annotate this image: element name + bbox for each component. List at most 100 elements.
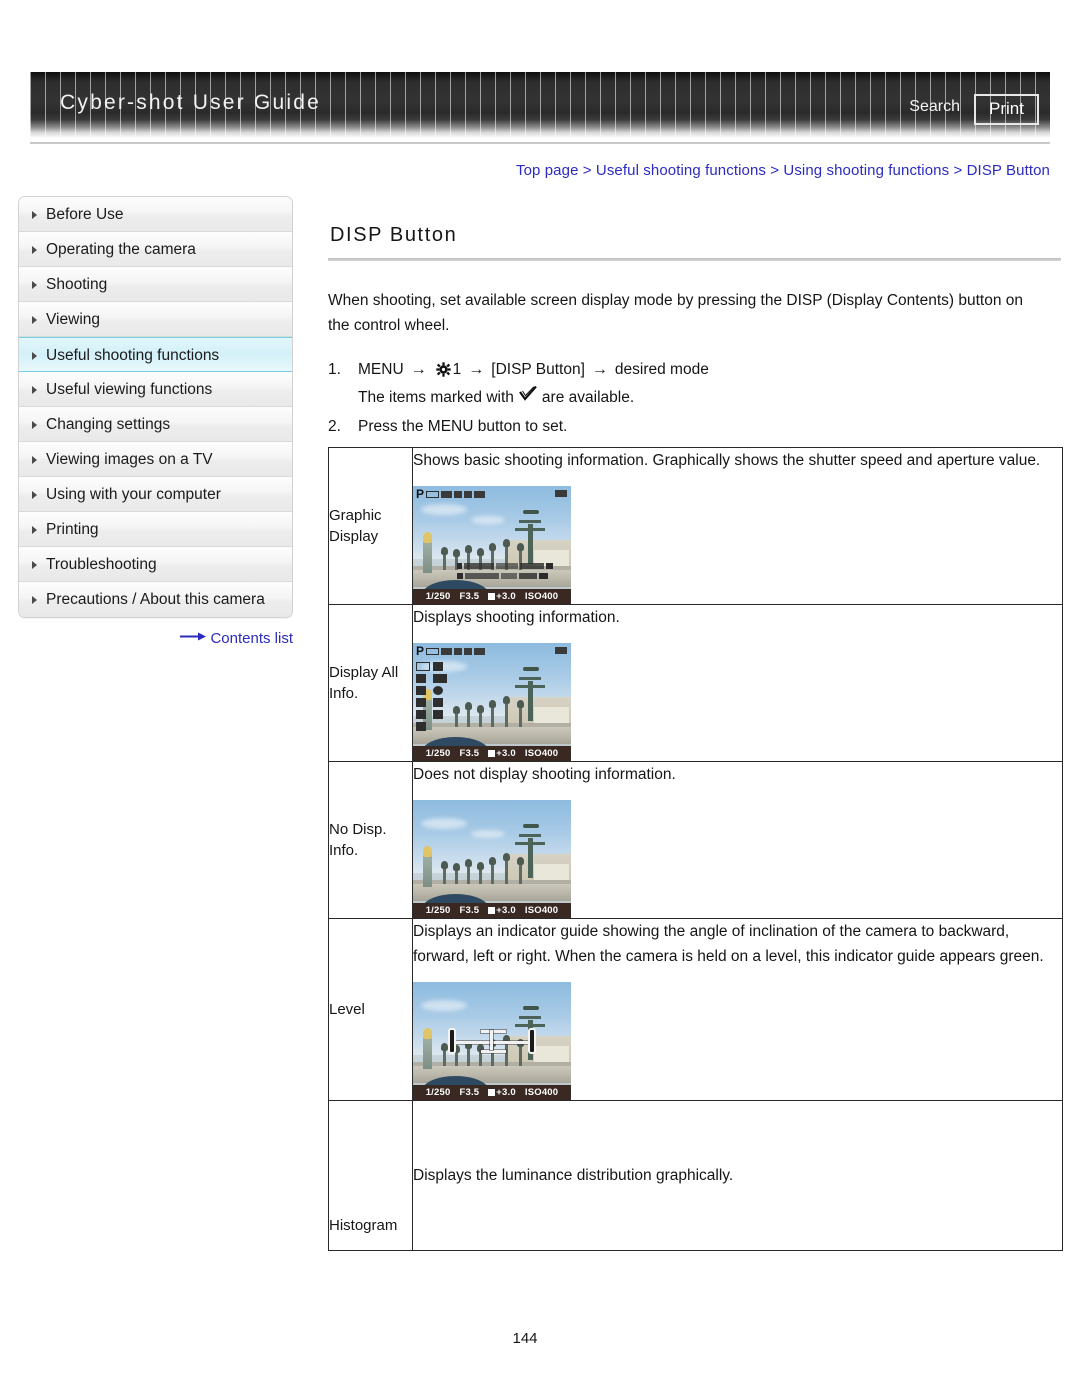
osd-aperture-scale (465, 573, 499, 579)
search-button[interactable]: Search (909, 98, 960, 116)
osd-frame-rate-icon (454, 647, 463, 655)
scene-photo-bridge (413, 800, 571, 918)
lamp-post (477, 861, 484, 884)
sidebar-item-label: Using with your computer (46, 486, 221, 503)
sidebar-item-label: Printing (46, 521, 99, 538)
level-indicator-overlay (413, 982, 571, 1100)
lamp-post (465, 701, 472, 727)
osd-bottom-bar: 1/250 F3.5 +3.0 ISO400 (413, 746, 571, 761)
osd-image-size-icon (426, 490, 440, 498)
chevron-right-icon (32, 352, 37, 360)
lamp-post (489, 856, 496, 884)
osd-white-balance-icon (416, 698, 426, 707)
sidebar-item-using-with-your-computer[interactable]: Using with your computer (19, 477, 292, 512)
camera-screen-graphic-display: P 1/250 F3.5 +3.0 ISO400 (413, 486, 571, 604)
osd-shutter-speed: 1/250 (425, 1087, 451, 1098)
sidebar-item-useful-shooting-functions[interactable]: Useful shooting functions (19, 337, 292, 372)
arrow-right-icon: → (591, 361, 608, 378)
app-title: Cyber-shot User Guide (60, 91, 321, 114)
sidebar-item-label: Useful viewing functions (46, 381, 213, 398)
osd-exposure-comp: +3.0 (496, 905, 516, 916)
osd-top-bar: P (413, 643, 571, 659)
osd-aperture: F3.5 (459, 591, 480, 602)
osd-iso: ISO400 (524, 748, 559, 759)
sidebar-item-label: Viewing (46, 311, 101, 328)
osd-iso: ISO400 (524, 591, 559, 602)
breadcrumb[interactable]: Top page > Useful shooting functions > U… (516, 162, 1050, 179)
page-number: 144 (0, 1330, 1080, 1347)
osd-aperture-value (519, 573, 537, 579)
level-bracket-left (447, 1028, 456, 1055)
sidebar-item-viewing-images-on-a-tv[interactable]: Viewing images on a TV (19, 442, 292, 477)
exposure-comp-icon (488, 907, 496, 914)
chevron-right-icon (32, 211, 37, 219)
lamp-post (489, 699, 496, 727)
arrow-right-icon: → (410, 361, 427, 378)
osd-bottom-bar: 1/250 F3.5 +3.0 ISO400 (413, 1085, 571, 1100)
osd-quality-icon (441, 490, 453, 498)
sidebar-item-before-use[interactable]: Before Use (19, 197, 292, 232)
osd-shutter-scale (464, 563, 494, 569)
lamp-post (441, 860, 448, 884)
sidebar-item-useful-viewing-functions[interactable]: Useful viewing functions (19, 372, 292, 407)
sidebar-item-troubleshooting[interactable]: Troubleshooting (19, 547, 292, 582)
cloud (471, 830, 505, 838)
sidebar-item-label: Operating the camera (46, 241, 196, 258)
osd-face-detect-icon (433, 662, 443, 671)
page-title: DISP Button (330, 224, 458, 246)
step-desired-mode-label: desired mode (614, 361, 709, 378)
print-button[interactable]: Print (974, 94, 1039, 125)
row-label-graphic-display: Graphic Display (328, 447, 413, 605)
sidebar-item-operating-the-camera[interactable]: Operating the camera (19, 232, 292, 267)
osd-media-icon (474, 490, 486, 498)
lamp-post (465, 858, 472, 884)
check-mark-icon (519, 383, 537, 413)
chevron-right-icon (32, 561, 37, 569)
sidebar-item-precautions-about-this-camera[interactable]: Precautions / About this camera (19, 582, 292, 617)
chevron-right-icon (32, 386, 37, 394)
osd-soft-skin-icon (433, 710, 443, 719)
osd-aperture-scale (501, 573, 517, 579)
camera-screen-no-disp-info: 1/250 F3.5 +3.0 ISO400 (413, 800, 571, 918)
statue-top (523, 510, 539, 515)
step-2: 2. Press the MENU button to set. (328, 413, 1063, 440)
sidebar-nav: Before Use Operating the camera Shooting… (18, 196, 293, 618)
statue-arm (515, 527, 545, 531)
level-crosshair-top (480, 1030, 507, 1034)
page-root: Cyber-shot User Guide Search Print Top p… (0, 0, 1080, 1397)
contents-list-link[interactable]: Contents list (18, 628, 293, 647)
level-crosshair-bottom (480, 1050, 507, 1054)
osd-aperture-icon (539, 573, 548, 579)
chevron-right-icon (32, 246, 37, 254)
table-row: Graphic Display Shows basic shooting inf… (328, 447, 1063, 605)
statue-arm (519, 833, 541, 837)
osd-scene-mode-icon (433, 686, 443, 695)
table-row: Histogram Displays the luminance distrib… (328, 1100, 1063, 1251)
osd-exposure-comp-icon (433, 674, 447, 683)
sidebar-item-viewing[interactable]: Viewing (19, 302, 292, 337)
osd-shutter-scale (496, 563, 518, 569)
lamp-post (423, 532, 432, 574)
osd-image-size-icon (426, 647, 440, 655)
cloud (421, 818, 467, 829)
sidebar-item-changing-settings[interactable]: Changing settings (19, 407, 292, 442)
osd-flash-mode-icon (416, 674, 426, 683)
statue-arm (519, 676, 541, 680)
lamp-post (517, 856, 524, 884)
osd-exposure-comp: +3.0 (496, 748, 516, 759)
osd-shutter-marker (457, 563, 462, 569)
osd-shutter-speed: 1/250 (425, 905, 451, 916)
sidebar-item-label: Viewing images on a TV (46, 451, 213, 468)
lamp-post (503, 852, 510, 884)
camera-screen-display-all-info: P 1/250 F3.5 +3.0 ISO400 (413, 643, 571, 761)
row-desc: Displays an indicator guide showing the … (413, 923, 1044, 965)
sidebar-item-shooting[interactable]: Shooting (19, 267, 292, 302)
lamp-post (423, 846, 432, 888)
step-gear-number: 1 (452, 361, 462, 378)
lamp-post (503, 695, 510, 727)
camera-screen-level: 1/250 F3.5 +3.0 ISO400 (413, 982, 571, 1100)
sidebar-item-label: Troubleshooting (46, 556, 157, 573)
lamp-post (453, 705, 460, 727)
chevron-right-icon (32, 316, 37, 324)
sidebar-item-printing[interactable]: Printing (19, 512, 292, 547)
